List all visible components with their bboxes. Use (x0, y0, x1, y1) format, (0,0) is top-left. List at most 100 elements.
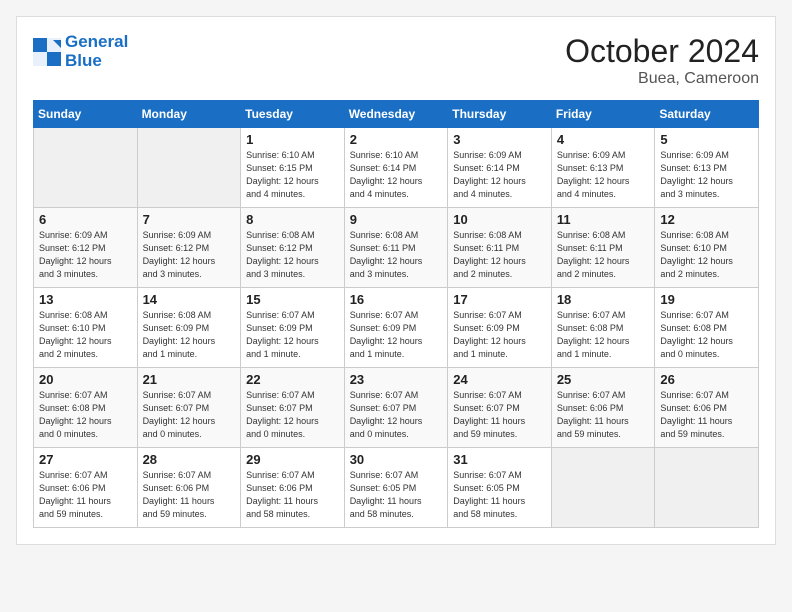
calendar-cell: 21 Sunrise: 6:07 AM Sunset: 6:07 PM Dayli… (137, 368, 241, 448)
day-number: 3 (453, 132, 546, 147)
day-info: Sunrise: 6:07 AM Sunset: 6:09 PM Dayligh… (246, 309, 339, 361)
day-header-tuesday: Tuesday (241, 101, 345, 128)
logo: General Blue (33, 33, 128, 70)
logo-text: General Blue (65, 33, 128, 70)
day-number: 26 (660, 372, 753, 387)
calendar-cell: 11Sunrise: 6:08 AM Sunset: 6:11 PM Dayli… (551, 208, 655, 288)
day-info: Sunrise: 6:09 AM Sunset: 6:13 PM Dayligh… (660, 149, 753, 201)
calendar-cell: 9Sunrise: 6:08 AM Sunset: 6:11 PM Daylig… (344, 208, 448, 288)
week-row-5: 27 Sunrise: 6:07 AM Sunset: 6:06 PM Dayli… (34, 448, 759, 528)
day-info: Sunrise: 6:07 AM Sunset: 6:06 PM Dayligh… (246, 469, 339, 521)
header: General Blue October 2024 Buea, Cameroon (33, 33, 759, 88)
day-number: 11 (557, 212, 650, 227)
day-info: Sunrise: 6:07 AM Sunset: 6:09 PM Dayligh… (453, 309, 546, 361)
calendar-cell: 2Sunrise: 6:10 AM Sunset: 6:14 PM Daylig… (344, 128, 448, 208)
day-header-friday: Friday (551, 101, 655, 128)
day-info: Sunrise: 6:07 AM Sunset: 6:05 PM Dayligh… (453, 469, 546, 521)
calendar-cell (137, 128, 241, 208)
calendar-cell: 25 Sunrise: 6:07 AM Sunset: 6:06 PM Dayli… (551, 368, 655, 448)
day-number: 31 (453, 452, 546, 467)
day-number: 10 (453, 212, 546, 227)
day-number: 9 (350, 212, 443, 227)
day-number: 13 (39, 292, 132, 307)
calendar-cell: 30Sunrise: 6:07 AM Sunset: 6:05 PM Dayli… (344, 448, 448, 528)
day-info: Sunrise: 6:10 AM Sunset: 6:15 PM Dayligh… (246, 149, 339, 201)
day-number: 5 (660, 132, 753, 147)
day-header-monday: Monday (137, 101, 241, 128)
calendar-cell: 12 Sunrise: 6:08 AM Sunset: 6:10 PM Dayli… (655, 208, 759, 288)
calendar-cell: 13 Sunrise: 6:08 AM Sunset: 6:10 PM Dayli… (34, 288, 138, 368)
day-info: Sunrise: 6:07 AM Sunset: 6:08 PM Dayligh… (557, 309, 650, 361)
calendar-cell (34, 128, 138, 208)
calendar-cell: 10 Sunrise: 6:08 AM Sunset: 6:11 PM Dayli… (448, 208, 552, 288)
calendar-cell: 19 Sunrise: 6:07 AM Sunset: 6:08 PM Dayli… (655, 288, 759, 368)
calendar-cell: 4Sunrise: 6:09 AM Sunset: 6:13 PM Daylig… (551, 128, 655, 208)
day-number: 7 (143, 212, 236, 227)
day-number: 8 (246, 212, 339, 227)
day-number: 27 (39, 452, 132, 467)
day-info: Sunrise: 6:07 AM Sunset: 6:07 PM Dayligh… (453, 389, 546, 441)
day-number: 19 (660, 292, 753, 307)
week-row-2: 6 Sunrise: 6:09 AM Sunset: 6:12 PM Daylig… (34, 208, 759, 288)
day-number: 23 (350, 372, 443, 387)
calendar-cell (655, 448, 759, 528)
calendar-cell (551, 448, 655, 528)
day-number: 12 (660, 212, 753, 227)
calendar-cell: 31 Sunrise: 6:07 AM Sunset: 6:05 PM Dayli… (448, 448, 552, 528)
day-number: 21 (143, 372, 236, 387)
calendar-cell: 17 Sunrise: 6:07 AM Sunset: 6:09 PM Dayli… (448, 288, 552, 368)
day-number: 30 (350, 452, 443, 467)
day-header-thursday: Thursday (448, 101, 552, 128)
day-info: Sunrise: 6:09 AM Sunset: 6:12 PM Dayligh… (143, 229, 236, 281)
logo-icon (33, 38, 61, 66)
day-info: Sunrise: 6:07 AM Sunset: 6:07 PM Dayligh… (246, 389, 339, 441)
day-number: 22 (246, 372, 339, 387)
day-number: 25 (557, 372, 650, 387)
week-row-4: 20Sunrise: 6:07 AM Sunset: 6:08 PM Dayli… (34, 368, 759, 448)
day-number: 14 (143, 292, 236, 307)
day-info: Sunrise: 6:09 AM Sunset: 6:12 PM Dayligh… (39, 229, 132, 281)
calendar-cell: 14 Sunrise: 6:08 AM Sunset: 6:09 PM Dayli… (137, 288, 241, 368)
day-info: Sunrise: 6:07 AM Sunset: 6:08 PM Dayligh… (660, 309, 753, 361)
week-row-3: 13 Sunrise: 6:08 AM Sunset: 6:10 PM Dayli… (34, 288, 759, 368)
day-number: 2 (350, 132, 443, 147)
day-number: 28 (143, 452, 236, 467)
calendar-cell: 18 Sunrise: 6:07 AM Sunset: 6:08 PM Dayli… (551, 288, 655, 368)
header-row: SundayMondayTuesdayWednesdayThursdayFrid… (34, 101, 759, 128)
day-header-sunday: Sunday (34, 101, 138, 128)
calendar-cell: 27 Sunrise: 6:07 AM Sunset: 6:06 PM Dayli… (34, 448, 138, 528)
day-number: 29 (246, 452, 339, 467)
calendar-cell: 28 Sunrise: 6:07 AM Sunset: 6:06 PM Dayli… (137, 448, 241, 528)
calendar-cell: 26 Sunrise: 6:07 AM Sunset: 6:06 PM Dayli… (655, 368, 759, 448)
day-info: Sunrise: 6:07 AM Sunset: 6:07 PM Dayligh… (143, 389, 236, 441)
day-number: 6 (39, 212, 132, 227)
day-info: Sunrise: 6:08 AM Sunset: 6:11 PM Dayligh… (453, 229, 546, 281)
day-info: Sunrise: 6:08 AM Sunset: 6:09 PM Dayligh… (143, 309, 236, 361)
day-info: Sunrise: 6:07 AM Sunset: 6:09 PM Dayligh… (350, 309, 443, 361)
day-header-saturday: Saturday (655, 101, 759, 128)
day-header-wednesday: Wednesday (344, 101, 448, 128)
day-info: Sunrise: 6:09 AM Sunset: 6:14 PM Dayligh… (453, 149, 546, 201)
calendar-cell: 16Sunrise: 6:07 AM Sunset: 6:09 PM Dayli… (344, 288, 448, 368)
day-number: 24 (453, 372, 546, 387)
day-number: 18 (557, 292, 650, 307)
week-row-1: 1Sunrise: 6:10 AM Sunset: 6:15 PM Daylig… (34, 128, 759, 208)
day-info: Sunrise: 6:07 AM Sunset: 6:07 PM Dayligh… (350, 389, 443, 441)
day-number: 20 (39, 372, 132, 387)
calendar-cell: 22 Sunrise: 6:07 AM Sunset: 6:07 PM Dayli… (241, 368, 345, 448)
calendar-cell: 6 Sunrise: 6:09 AM Sunset: 6:12 PM Daylig… (34, 208, 138, 288)
day-info: Sunrise: 6:08 AM Sunset: 6:10 PM Dayligh… (39, 309, 132, 361)
calendar-cell: 8Sunrise: 6:08 AM Sunset: 6:12 PM Daylig… (241, 208, 345, 288)
calendar-table: SundayMondayTuesdayWednesdayThursdayFrid… (33, 100, 759, 528)
day-info: Sunrise: 6:07 AM Sunset: 6:06 PM Dayligh… (39, 469, 132, 521)
title-block: October 2024 Buea, Cameroon (565, 33, 759, 88)
calendar-cell: 24 Sunrise: 6:07 AM Sunset: 6:07 PM Dayli… (448, 368, 552, 448)
day-number: 17 (453, 292, 546, 307)
month-title: October 2024 (565, 33, 759, 70)
day-info: Sunrise: 6:07 AM Sunset: 6:06 PM Dayligh… (660, 389, 753, 441)
day-info: Sunrise: 6:08 AM Sunset: 6:10 PM Dayligh… (660, 229, 753, 281)
calendar-cell: 20Sunrise: 6:07 AM Sunset: 6:08 PM Dayli… (34, 368, 138, 448)
day-info: Sunrise: 6:07 AM Sunset: 6:06 PM Dayligh… (143, 469, 236, 521)
day-info: Sunrise: 6:07 AM Sunset: 6:06 PM Dayligh… (557, 389, 650, 441)
calendar-cell: 29 Sunrise: 6:07 AM Sunset: 6:06 PM Dayli… (241, 448, 345, 528)
